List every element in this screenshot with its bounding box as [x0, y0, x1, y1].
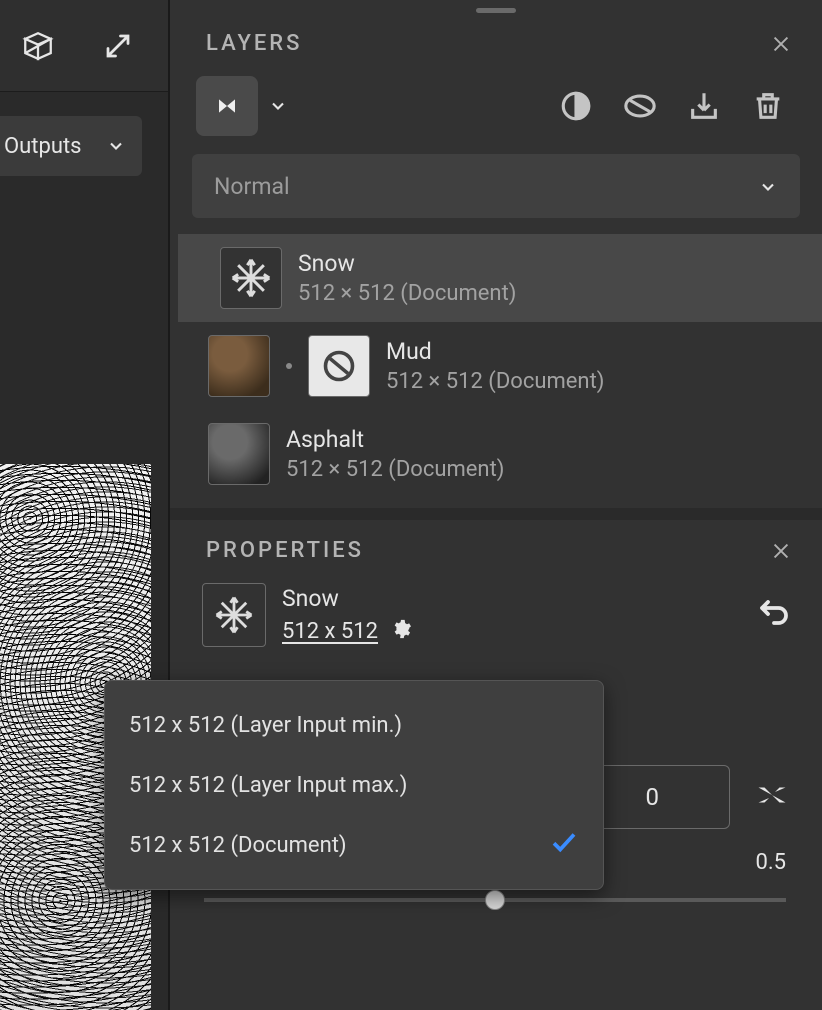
resolution-option-label: 512 x 512 (Document): [129, 833, 347, 858]
chevron-down-icon[interactable]: [268, 96, 288, 116]
outputs-dropdown[interactable]: Outputs: [0, 116, 142, 176]
resolution-option-label: 512 x 512 (Layer Input min.): [129, 713, 402, 738]
properties-panel: PROPERTIES Snow 512 x 512: [170, 520, 822, 1010]
layer-row-mud[interactable]: Mud 512 × 512 (Document): [170, 322, 822, 410]
layer-text: Asphalt 512 × 512 (Document): [286, 426, 504, 482]
blend-mode-select[interactable]: Normal: [192, 154, 800, 218]
expand-icon[interactable]: [98, 26, 138, 66]
properties-text: Snow 512 x 512: [282, 583, 412, 644]
layer-thumbnail: [208, 335, 270, 397]
layer-mode-button[interactable]: [196, 76, 258, 136]
resolution-link[interactable]: 512 x 512: [282, 619, 378, 644]
close-icon[interactable]: [770, 33, 792, 55]
layers-list: Snow 512 × 512 (Document) Mud 512 × 512 …: [170, 234, 822, 508]
cube-icon[interactable]: [18, 26, 58, 66]
resolution-menu: 512 x 512 (Layer Input min.) 512 x 512 (…: [104, 680, 604, 890]
gear-icon[interactable]: [390, 618, 412, 644]
layers-toolbar: [170, 68, 822, 154]
properties-panel-header: PROPERTIES: [170, 520, 822, 575]
layer-mask-thumbnail[interactable]: [308, 335, 370, 397]
resolution-option[interactable]: 512 x 512 (Layer Input max.): [105, 755, 603, 815]
export-icon[interactable]: [680, 82, 728, 130]
properties-body: Snow 512 x 512: [170, 575, 822, 647]
close-icon[interactable]: [770, 540, 792, 562]
layer-dims: 512 × 512 (Document): [286, 457, 504, 482]
layers-panel-header: LAYERS: [170, 13, 822, 68]
right-panel: LAYERS Normal Snow 512 × 512 (Document): [170, 0, 822, 1010]
layer-name: Mud: [386, 338, 604, 365]
trash-icon[interactable]: [744, 82, 792, 130]
layer-name: Snow: [298, 250, 516, 277]
mask-link-dot: [286, 363, 292, 369]
outputs-label: Outputs: [4, 134, 82, 159]
resolution-option[interactable]: 512 x 512 (Layer Input min.): [105, 695, 603, 755]
left-icon-row: [0, 0, 170, 92]
property-dims-row: 512 x 512: [282, 618, 412, 644]
checkmark-icon: [549, 827, 579, 863]
chevron-down-icon: [758, 176, 778, 196]
snowflake-icon: [220, 247, 282, 309]
layer-text: Mud 512 × 512 (Document): [386, 338, 604, 394]
layer-thumbnail: [208, 423, 270, 485]
layer-row-snow[interactable]: Snow 512 × 512 (Document): [178, 234, 822, 322]
opacity-value: 0.5: [755, 850, 786, 875]
shuffle-icon[interactable]: [754, 777, 790, 817]
properties-title: PROPERTIES: [206, 538, 364, 563]
resolution-option[interactable]: 512 x 512 (Document): [105, 815, 603, 875]
layer-name: Asphalt: [286, 426, 504, 453]
properties-header-row: Snow 512 x 512: [202, 583, 792, 647]
blend-mode-value: Normal: [214, 173, 290, 200]
layer-row-asphalt[interactable]: Asphalt 512 × 512 (Document): [170, 410, 822, 498]
chevron-down-icon: [106, 136, 126, 156]
layers-title: LAYERS: [206, 31, 302, 56]
reset-icon[interactable]: [756, 583, 792, 633]
layer-dims: 512 × 512 (Document): [386, 369, 604, 394]
resolution-option-label: 512 x 512 (Layer Input max.): [129, 773, 407, 798]
mask-icon[interactable]: [616, 82, 664, 130]
slider-thumb[interactable]: [485, 890, 505, 910]
layer-dims: 512 × 512 (Document): [298, 281, 516, 306]
panel-divider: [170, 508, 822, 520]
property-layer-name: Snow: [282, 585, 412, 612]
snowflake-icon: [202, 583, 266, 647]
layer-text: Snow 512 × 512 (Document): [298, 250, 516, 306]
contrast-icon[interactable]: [552, 82, 600, 130]
